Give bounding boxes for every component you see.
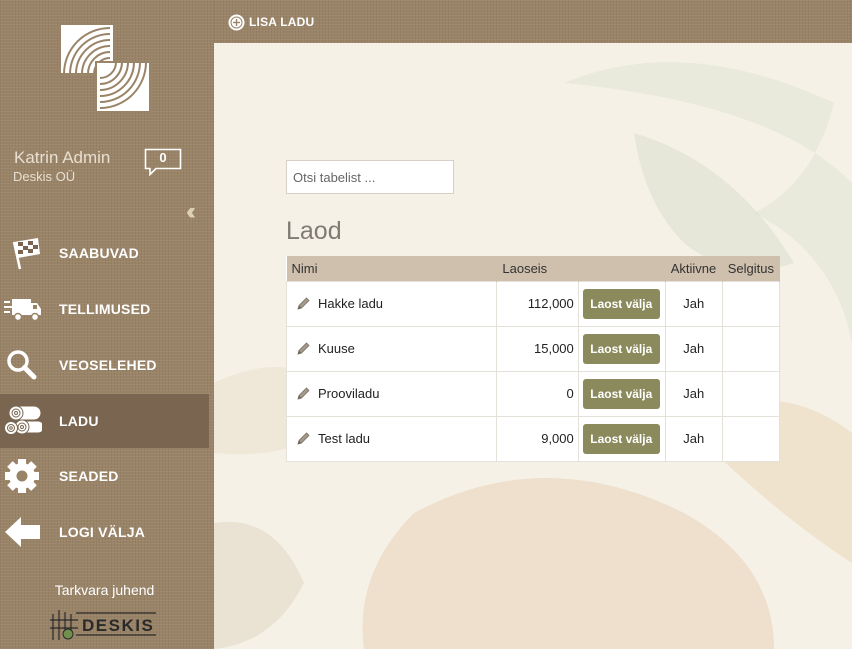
- truck-icon: [4, 299, 41, 322]
- note-cell: [721, 325, 781, 372]
- pencil-edit-icon[interactable]: [296, 296, 311, 311]
- double-chevron-left-icon[interactable]: ‹‹: [186, 200, 196, 224]
- add-warehouse-button[interactable]: LISA LADU: [228, 12, 314, 32]
- stock-out-button[interactable]: Laost välja: [582, 288, 660, 319]
- user-name: Katrin Admin: [14, 148, 111, 167]
- top-toolbar: LISA LADU: [214, 0, 852, 43]
- action-cell: Laost välja: [577, 370, 666, 417]
- column-header-name[interactable]: Nimi: [286, 256, 498, 281]
- note-cell: [721, 280, 781, 327]
- pencil-edit-icon[interactable]: [296, 341, 311, 356]
- action-cell: Laost välja: [577, 280, 666, 327]
- active-cell: Jah: [664, 415, 723, 462]
- nav-item-saabuvad[interactable]: SAABUVAD: [0, 226, 209, 280]
- stock-out-button[interactable]: Laost välja: [582, 423, 660, 454]
- add-warehouse-label: LISA LADU: [249, 15, 315, 29]
- warehouse-name: Kuuse: [318, 341, 355, 356]
- name-cell: Hakke ladu: [285, 280, 498, 327]
- stock-out-button[interactable]: Laost välja: [582, 378, 660, 409]
- stock-out-button[interactable]: Laost välja: [582, 333, 660, 364]
- note-cell: [721, 370, 781, 417]
- stock-cell: 15,000: [496, 325, 579, 372]
- page-title: Laod: [286, 217, 342, 245]
- stock-cell: 9,000: [496, 415, 579, 462]
- nav-label: VEOSELEHED: [59, 357, 157, 373]
- deskis-logo: DESKIS: [50, 610, 156, 640]
- nav-label: LOGI VÄLJA: [59, 524, 146, 540]
- arrow-left-icon: [5, 517, 40, 547]
- software-guide-link[interactable]: Tarkvara juhend: [0, 582, 209, 598]
- pencil-edit-icon[interactable]: [296, 386, 311, 401]
- nav-item-seaded[interactable]: SEADED: [0, 449, 209, 503]
- active-cell: Jah: [664, 280, 723, 327]
- note-cell: [721, 415, 781, 462]
- sidebar: Katrin Admin Deskis OÜ 0 ‹‹ SAABUVAD TEL…: [0, 0, 214, 649]
- stock-cell: 112,000: [496, 280, 579, 327]
- warehouse-name: Hakke ladu: [318, 296, 384, 311]
- plus-circle-icon: [228, 14, 245, 30]
- active-cell: Jah: [664, 325, 723, 372]
- company-logo: [59, 23, 151, 113]
- pencil-edit-icon[interactable]: [296, 431, 311, 446]
- name-cell: Test ladu: [285, 415, 498, 462]
- main-content: Laod Nimi Laoseis Aktiivne Selgitus: [214, 43, 852, 649]
- message-count[interactable]: 0: [144, 150, 182, 165]
- magnifier-icon: [7, 350, 37, 380]
- active-cell: Jah: [664, 370, 723, 417]
- name-cell: Kuuse: [285, 325, 498, 372]
- column-header-active[interactable]: Aktiivne: [665, 256, 723, 281]
- table-header-row: Nimi Laoseis Aktiivne Selgitus: [286, 256, 781, 281]
- warehouse-name: Prooviladu: [318, 386, 380, 401]
- gear-icon: [5, 459, 39, 493]
- logs-icon: [4, 405, 42, 435]
- table-row: Hakke ladu 112,000 Laost välja Jah: [285, 280, 781, 327]
- nav-item-veoselehed[interactable]: VEOSELEHED: [0, 338, 209, 392]
- action-cell: Laost välja: [577, 325, 666, 372]
- nav-item-tellimused[interactable]: TELLIMUSED: [0, 282, 209, 336]
- warehouse-name: Test ladu: [318, 431, 371, 446]
- table-search-input[interactable]: [286, 160, 454, 194]
- column-header-action: [578, 256, 666, 281]
- checkered-flag-icon: [12, 238, 40, 270]
- nav-label: SAABUVAD: [59, 245, 139, 261]
- column-header-note[interactable]: Selgitus: [722, 256, 781, 281]
- nav-item-logi-valja[interactable]: LOGI VÄLJA: [0, 505, 209, 559]
- nav-label: TELLIMUSED: [59, 301, 151, 317]
- brand-text: DESKIS: [82, 616, 154, 635]
- warehouse-table: Nimi Laoseis Aktiivne Selgitus Hakke lad…: [285, 256, 781, 462]
- action-cell: Laost välja: [577, 415, 666, 462]
- nav-item-ladu[interactable]: LADU: [0, 394, 209, 448]
- table-row: Kuuse 15,000 Laost välja Jah: [285, 325, 781, 372]
- stock-cell: 0: [496, 370, 579, 417]
- table-row: Prooviladu 0 Laost välja Jah: [285, 370, 781, 417]
- nav-label: LADU: [59, 413, 99, 429]
- user-company: Deskis OÜ: [13, 169, 76, 184]
- table-row: Test ladu 9,000 Laost välja Jah: [285, 415, 781, 462]
- nav-label: SEADED: [59, 468, 119, 484]
- name-cell: Prooviladu: [285, 370, 498, 417]
- column-header-stock[interactable]: Laoseis: [496, 256, 579, 281]
